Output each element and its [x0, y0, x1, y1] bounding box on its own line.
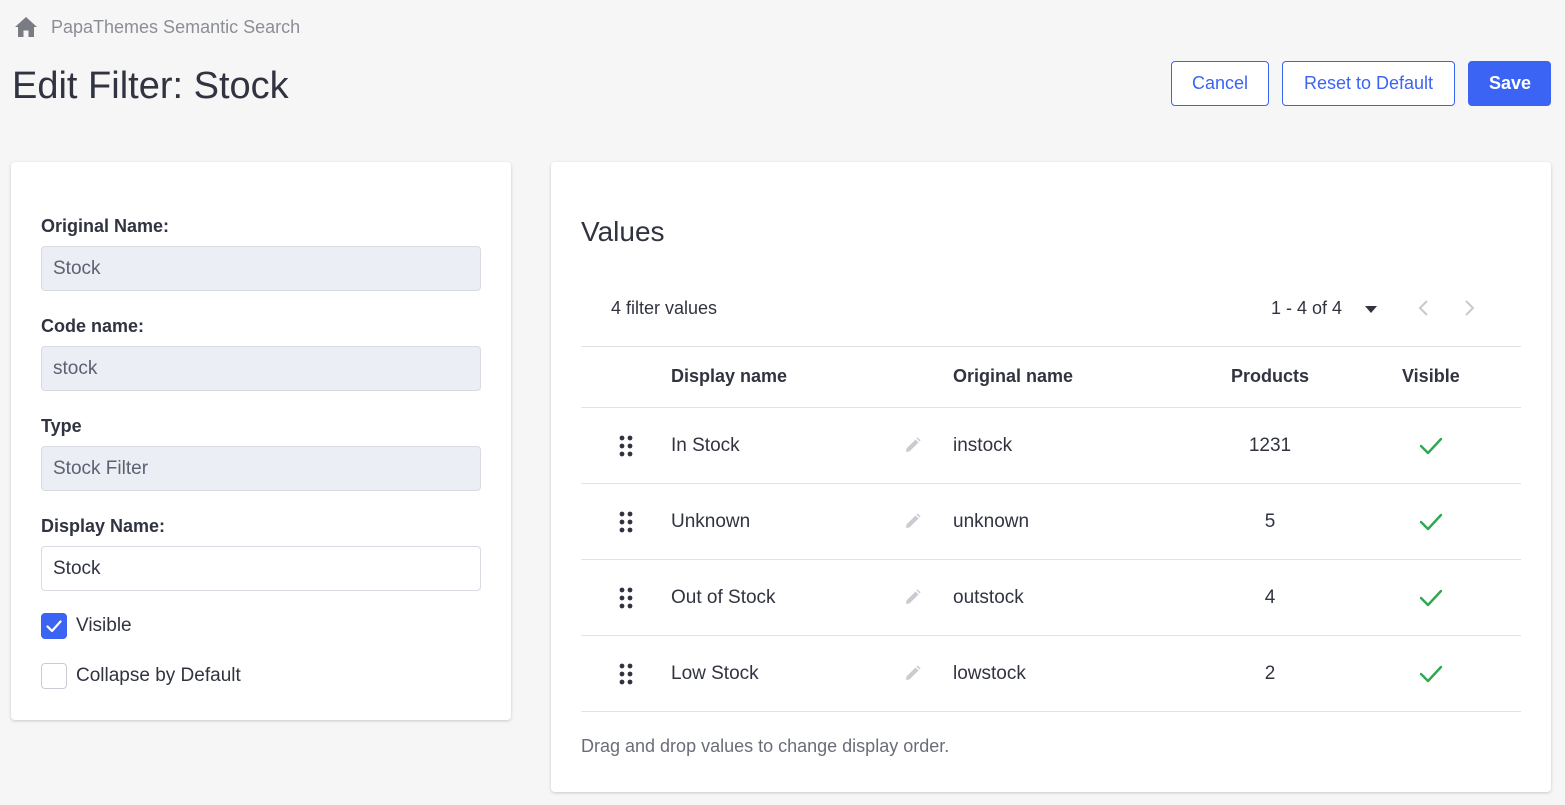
page-size-dropdown-icon[interactable] — [1364, 304, 1378, 314]
row-display-name: Low Stock — [671, 663, 759, 684]
edit-pencil-icon[interactable] — [904, 589, 921, 606]
row-products: 2 — [1264, 663, 1276, 684]
header-actions: Cancel Reset to Default Save — [1171, 61, 1551, 106]
collapse-by-default-checkbox[interactable] — [41, 663, 67, 689]
drag-handle-icon[interactable] — [619, 511, 633, 533]
original-name-input[interactable] — [41, 246, 481, 291]
code-name-input[interactable] — [41, 346, 481, 391]
reset-to-default-button[interactable]: Reset to Default — [1282, 61, 1455, 106]
visible-check-icon[interactable] — [1419, 436, 1443, 456]
save-button[interactable]: Save — [1468, 61, 1551, 106]
visible-check-icon[interactable] — [1419, 512, 1443, 532]
page-title: Edit Filter: Stock — [12, 65, 289, 107]
next-page-icon[interactable] — [1462, 298, 1476, 318]
filter-settings-card: Original Name: Code name: Type Display N… — [11, 162, 511, 720]
edit-pencil-icon[interactable] — [904, 665, 921, 682]
visible-checkbox[interactable] — [41, 613, 67, 639]
row-original-name: outstock — [953, 587, 1024, 608]
row-original-name: lowstock — [953, 663, 1026, 684]
display-name-input[interactable] — [41, 546, 481, 591]
type-label: Type — [41, 416, 82, 436]
collapse-checkbox-row[interactable]: Collapse by Default — [41, 663, 241, 689]
checkmark-icon — [46, 619, 62, 632]
visible-check-icon[interactable] — [1419, 664, 1443, 684]
values-card: Values 4 filter values 1 - 4 of 4 Displa… — [551, 162, 1551, 792]
column-original-name[interactable]: Original name — [953, 366, 1073, 387]
visible-checkbox-label: Visible — [76, 615, 132, 636]
pagination-range: 1 - 4 of 4 — [1271, 298, 1343, 318]
table-header: Display name Original name Products Visi… — [581, 346, 1521, 408]
edit-pencil-icon[interactable] — [904, 513, 921, 530]
row-original-name: unknown — [953, 511, 1030, 532]
home-icon[interactable] — [14, 16, 38, 38]
table-row[interactable]: Out of Stock outstock 4 — [581, 560, 1521, 636]
row-display-name: Out of Stock — [671, 587, 776, 608]
drag-handle-icon[interactable] — [619, 663, 633, 685]
column-visible[interactable]: Visible — [1402, 366, 1460, 387]
row-products: 5 — [1264, 511, 1276, 532]
drag-handle-icon[interactable] — [619, 587, 633, 609]
collapse-checkbox-label: Collapse by Default — [76, 665, 241, 686]
visible-checkbox-row[interactable]: Visible — [41, 613, 132, 639]
breadcrumb-link[interactable]: PapaThemes Semantic Search — [51, 17, 300, 38]
edit-pencil-icon[interactable] — [904, 437, 921, 454]
row-original-name: instock — [953, 435, 1013, 456]
breadcrumb: PapaThemes Semantic Search — [14, 14, 300, 40]
display-name-label: Display Name: — [41, 516, 166, 536]
drag-hint: Drag and drop values to change display o… — [581, 736, 950, 756]
filter-values-count: 4 filter values — [611, 298, 718, 318]
previous-page-icon[interactable] — [1417, 298, 1431, 318]
drag-handle-icon[interactable] — [619, 435, 633, 457]
cancel-button[interactable]: Cancel — [1171, 61, 1269, 106]
visible-check-icon[interactable] — [1419, 588, 1443, 608]
row-display-name: In Stock — [671, 435, 740, 456]
values-heading: Values — [581, 216, 665, 247]
table-row[interactable]: Unknown unknown 5 — [581, 484, 1521, 560]
type-input[interactable] — [41, 446, 481, 491]
table-row[interactable]: In Stock instock 1231 — [581, 408, 1521, 484]
row-products: 1231 — [1248, 435, 1292, 456]
original-name-label: Original Name: — [41, 216, 170, 236]
column-products[interactable]: Products — [1231, 366, 1309, 387]
values-table: Display name Original name Products Visi… — [581, 346, 1521, 712]
row-products: 4 — [1264, 587, 1276, 608]
pagination: 1 - 4 of 4 — [1271, 298, 1475, 319]
row-display-name: Unknown — [671, 511, 751, 532]
code-name-label: Code name: — [41, 316, 145, 336]
column-display-name[interactable]: Display name — [671, 366, 787, 387]
table-row[interactable]: Low Stock lowstock 2 — [581, 636, 1521, 712]
